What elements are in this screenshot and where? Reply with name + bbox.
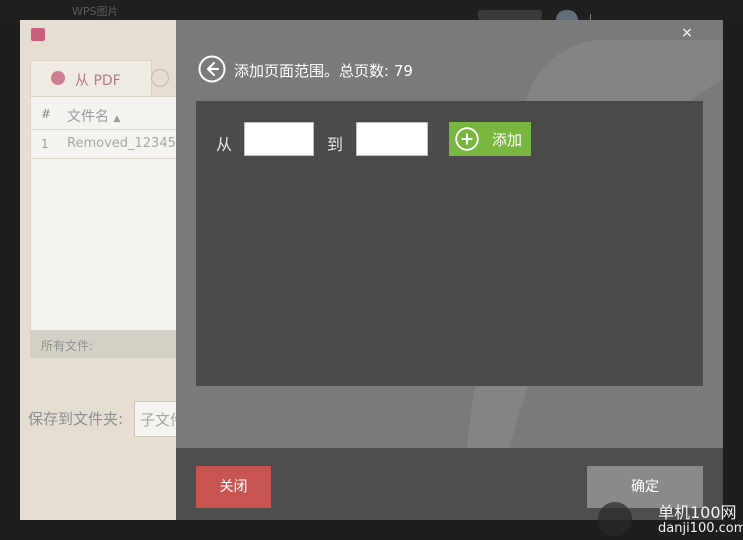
column-filename-header[interactable]: 文件名 ▲ bbox=[67, 106, 120, 126]
watermark-site-url: danji100.com bbox=[658, 521, 743, 536]
background-app-window: 从 PDF # 文件名 ▲ 1 Removed_123456 所有文件: 保存到… bbox=[20, 20, 200, 520]
pdf-logo-icon bbox=[31, 28, 45, 41]
add-page-range-dialog: × 添加页面范围。总页数: 79 从 到 添加 关闭 确定 bbox=[176, 20, 723, 520]
watermark: 单机100网 danji100.com bbox=[596, 498, 743, 540]
plus-circle-icon bbox=[455, 127, 479, 151]
file-table: # 文件名 ▲ 1 Removed_123456 bbox=[30, 96, 185, 356]
all-files-bar: 所有文件: bbox=[30, 330, 180, 358]
tab-label: 从 PDF bbox=[75, 73, 121, 89]
column-index-header: # bbox=[41, 107, 52, 121]
pdf-tab-icon bbox=[51, 71, 65, 85]
back-arrow-icon[interactable] bbox=[198, 55, 226, 83]
app-title: WPS图片 bbox=[72, 5, 119, 18]
add-button-label: 添加 bbox=[492, 131, 523, 149]
range-panel: 从 到 添加 bbox=[196, 101, 703, 386]
row-index: 1 bbox=[41, 137, 49, 151]
from-label: 从 bbox=[216, 135, 233, 154]
table-header: # 文件名 ▲ bbox=[31, 97, 181, 130]
close-button[interactable]: 关闭 bbox=[196, 466, 271, 508]
all-files-label: 所有文件: bbox=[41, 339, 94, 353]
second-tab-icon[interactable] bbox=[151, 69, 169, 87]
close-icon[interactable]: × bbox=[676, 22, 698, 44]
top-title-bar: WPS图片 bbox=[0, 0, 743, 20]
user-avatar[interactable] bbox=[556, 10, 578, 20]
add-range-button[interactable]: 添加 bbox=[449, 122, 531, 156]
watermark-site-name: 单机100网 bbox=[658, 503, 737, 522]
subfolder-field[interactable]: 子文件夹 bbox=[134, 401, 200, 437]
dialog-title: 添加页面范围。总页数: 79 bbox=[234, 62, 413, 80]
title-bar-button[interactable] bbox=[478, 10, 542, 20]
to-page-input[interactable] bbox=[356, 122, 428, 156]
watermark-logo-icon bbox=[598, 502, 632, 536]
tab-from-pdf[interactable]: 从 PDF bbox=[30, 60, 152, 97]
from-page-input[interactable] bbox=[244, 122, 314, 156]
to-label: 到 bbox=[327, 135, 344, 154]
table-row[interactable]: 1 Removed_123456 bbox=[31, 130, 185, 159]
save-to-folder-label: 保存到文件夹: bbox=[28, 410, 124, 428]
sort-asc-icon: ▲ bbox=[113, 114, 121, 124]
row-filename: Removed_123456 bbox=[67, 136, 185, 151]
